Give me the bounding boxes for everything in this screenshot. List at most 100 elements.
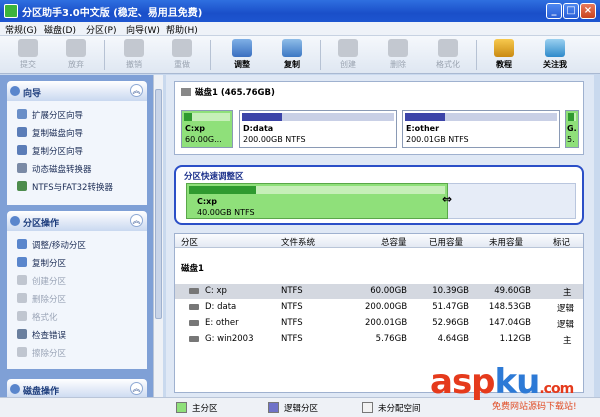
- partition-block-d[interactable]: D:data 200.00GB NTFS: [239, 110, 397, 148]
- format-icon: [438, 39, 458, 57]
- resize-partition-block[interactable]: C:xp 40.00GB NTFS: [186, 183, 448, 219]
- check-errors-icon: [17, 329, 27, 339]
- partition-icon: [189, 336, 199, 342]
- scroll-thumb[interactable]: [155, 89, 162, 319]
- usage-bar: [405, 113, 445, 121]
- chevron-up-icon[interactable]: ︽: [130, 84, 143, 97]
- copy-button[interactable]: 复制: [272, 38, 312, 72]
- menu-general[interactable]: 常规(G): [5, 23, 37, 36]
- disk-ops-icon: [10, 384, 20, 394]
- sidebar-item-dynamic-disk-converter[interactable]: 动态磁盘转换器: [17, 163, 92, 177]
- partition-ops-section-header[interactable]: 分区操作 ︽: [7, 211, 147, 231]
- copy-partition-icon: [17, 145, 27, 155]
- minimize-button[interactable]: _: [546, 3, 562, 19]
- resize-handle-icon[interactable]: ⇔: [442, 192, 452, 206]
- window-title: 分区助手3.0中文版 (稳定、易用且免费): [22, 8, 203, 19]
- sidebar-item-copy-disk-wizard[interactable]: 复制磁盘向导: [17, 127, 83, 141]
- check-icon: [18, 39, 38, 57]
- chevron-up-icon[interactable]: ︽: [130, 214, 143, 227]
- legend-primary: 主分区: [176, 402, 218, 414]
- usage-bar: [189, 186, 256, 194]
- wipe-partition-icon: [17, 347, 27, 357]
- partition-block-c[interactable]: C:xp 60.00G...: [181, 110, 233, 148]
- usage-bar: [242, 113, 282, 121]
- disk-icon: [181, 88, 191, 96]
- sidebar-item-wipe-partition[interactable]: 擦除分区: [17, 347, 66, 361]
- app-icon: [4, 4, 18, 18]
- sidebar-item-create-partition[interactable]: 创建分区: [17, 275, 66, 289]
- watermark-subtitle: 免费网站源码下载站!: [492, 402, 577, 412]
- partition-block-g[interactable]: G. 5.: [565, 110, 579, 148]
- menu-wizard[interactable]: 向导(W): [126, 23, 160, 36]
- partition-icon: [189, 288, 199, 294]
- create-icon: [338, 39, 358, 57]
- left-panel: 向导 ︽ 扩展分区向导 复制磁盘向导 复制分区向导 动态磁盘转换器 NTFS与F…: [0, 75, 153, 397]
- legend-swatch: [362, 402, 373, 413]
- cancel-icon: [66, 39, 86, 57]
- dynamic-disk-icon: [17, 163, 27, 173]
- create-button[interactable]: 创建: [328, 38, 368, 72]
- format-icon: [17, 311, 27, 321]
- delete-button[interactable]: 删除: [378, 38, 418, 72]
- resize-icon: [232, 39, 252, 57]
- format-button[interactable]: 格式化: [428, 38, 468, 72]
- copy-partition-icon: [17, 257, 27, 267]
- partition-block-e[interactable]: E:other 200.01GB NTFS: [402, 110, 560, 148]
- copy-icon: [282, 39, 302, 57]
- disk-label: 磁盘1 (465.76GB): [181, 86, 275, 98]
- convert-icon: [17, 181, 27, 191]
- main-area: 磁盘1 (465.76GB) C:xp 60.00G... D:data 200…: [166, 75, 594, 397]
- resize-button[interactable]: 调整: [222, 38, 262, 72]
- undo-icon: [124, 39, 144, 57]
- submit-button[interactable]: 提交: [8, 38, 48, 72]
- follow-icon: [545, 39, 565, 57]
- partition-icon: [189, 320, 199, 326]
- chevron-up-icon[interactable]: ︽: [130, 382, 143, 395]
- left-panel-scrollbar[interactable]: [153, 75, 163, 397]
- sidebar-item-extend-wizard[interactable]: 扩展分区向导: [17, 109, 83, 123]
- maximize-button[interactable]: □: [563, 3, 579, 19]
- menu-bar: 常规(G) 磁盘(D) 分区(P) 向导(W) 帮助(H): [0, 22, 600, 36]
- sidebar-item-copy-partition[interactable]: 复制分区: [17, 257, 66, 271]
- partition-icon: [189, 304, 199, 310]
- wizard-section-header[interactable]: 向导 ︽: [7, 81, 147, 101]
- sidebar-item-check-errors[interactable]: 检查错误: [17, 329, 66, 343]
- watermark-logo: aspku.com: [430, 362, 574, 402]
- sidebar-item-copy-partition-wizard[interactable]: 复制分区向导: [17, 145, 83, 159]
- legend-logical: 逻辑分区: [268, 402, 318, 414]
- menu-partition[interactable]: 分区(P): [86, 23, 116, 36]
- legend-unallocated: 未分配空间: [362, 402, 421, 414]
- disk-group-label: 磁盘1: [181, 264, 204, 274]
- menu-disk[interactable]: 磁盘(D): [44, 23, 76, 36]
- table-row[interactable]: C: xp NTFS 60.00GB 10.39GB 49.60GB 主: [175, 284, 583, 299]
- title-bar: 分区助手3.0中文版 (稳定、易用且免费) _ □ ×: [0, 0, 600, 22]
- tutorial-icon: [494, 39, 514, 57]
- redo-icon: [172, 39, 192, 57]
- wizard-section-body: 扩展分区向导 复制磁盘向导 复制分区向导 动态磁盘转换器 NTFS与FAT32转…: [7, 101, 147, 205]
- tutorial-button[interactable]: 教程: [484, 38, 524, 72]
- legend-swatch: [176, 402, 187, 413]
- sidebar-item-format[interactable]: 格式化: [17, 311, 58, 325]
- redo-button[interactable]: 重做: [162, 38, 202, 72]
- delete-icon: [388, 39, 408, 57]
- close-button[interactable]: ×: [580, 3, 596, 19]
- partition-ops-icon: [10, 216, 20, 226]
- usage-bar: [568, 113, 575, 121]
- delete-partition-icon: [17, 293, 27, 303]
- partition-ops-section-body: 调整/移动分区 复制分区 创建分区 删除分区 格式化 检查错误 擦除分区: [7, 231, 147, 369]
- legend-swatch: [268, 402, 279, 413]
- discard-button[interactable]: 放弃: [56, 38, 96, 72]
- sidebar-item-ntfs-fat32-converter[interactable]: NTFS与FAT32转换器: [17, 181, 113, 195]
- sidebar-item-resize-move[interactable]: 调整/移动分区: [17, 239, 86, 253]
- table-row[interactable]: G: win2003 NTFS 5.76GB 4.64GB 1.12GB 主: [175, 332, 583, 347]
- table-row[interactable]: E: other NTFS 200.01GB 52.96GB 147.04GB …: [175, 316, 583, 331]
- table-row[interactable]: D: data NTFS 200.00GB 51.47GB 148.53GB 逻…: [175, 300, 583, 315]
- follow-button[interactable]: 关注我: [535, 38, 575, 72]
- menu-help[interactable]: 帮助(H): [166, 23, 198, 36]
- disk-ops-section-header[interactable]: 磁盘操作 ︽: [7, 379, 147, 397]
- extend-icon: [17, 109, 27, 119]
- sidebar-item-delete-partition[interactable]: 删除分区: [17, 293, 66, 307]
- undo-button[interactable]: 撤销: [114, 38, 154, 72]
- resize-move-icon: [17, 239, 27, 249]
- create-partition-icon: [17, 275, 27, 285]
